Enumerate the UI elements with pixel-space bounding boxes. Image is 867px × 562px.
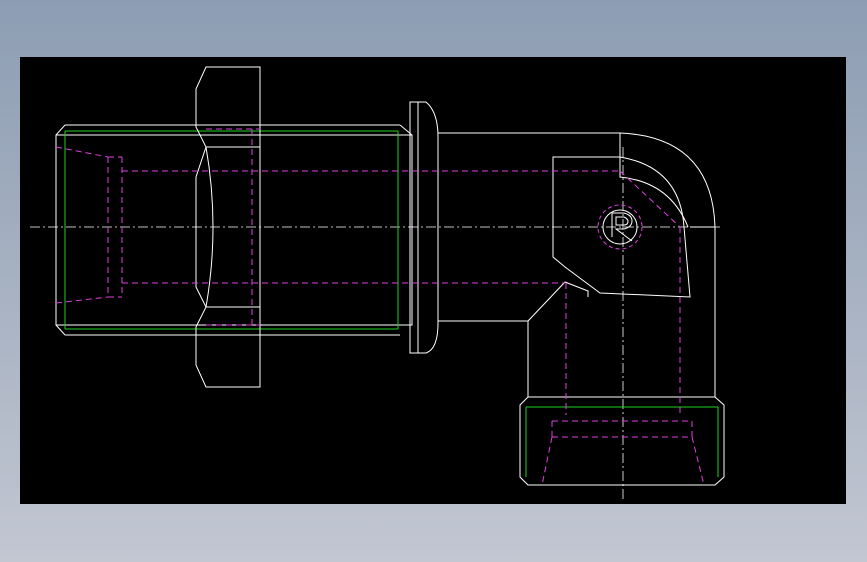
centerlines	[30, 147, 720, 499]
thread-lines-socket	[525, 406, 719, 477]
cad-drawing	[30, 66, 725, 499]
cad-viewport[interactable]	[20, 57, 846, 504]
elbow-body	[438, 132, 716, 397]
hidden-lines	[55, 128, 705, 486]
flange-collar	[409, 101, 439, 354]
thread-lines-pipe	[64, 130, 399, 330]
